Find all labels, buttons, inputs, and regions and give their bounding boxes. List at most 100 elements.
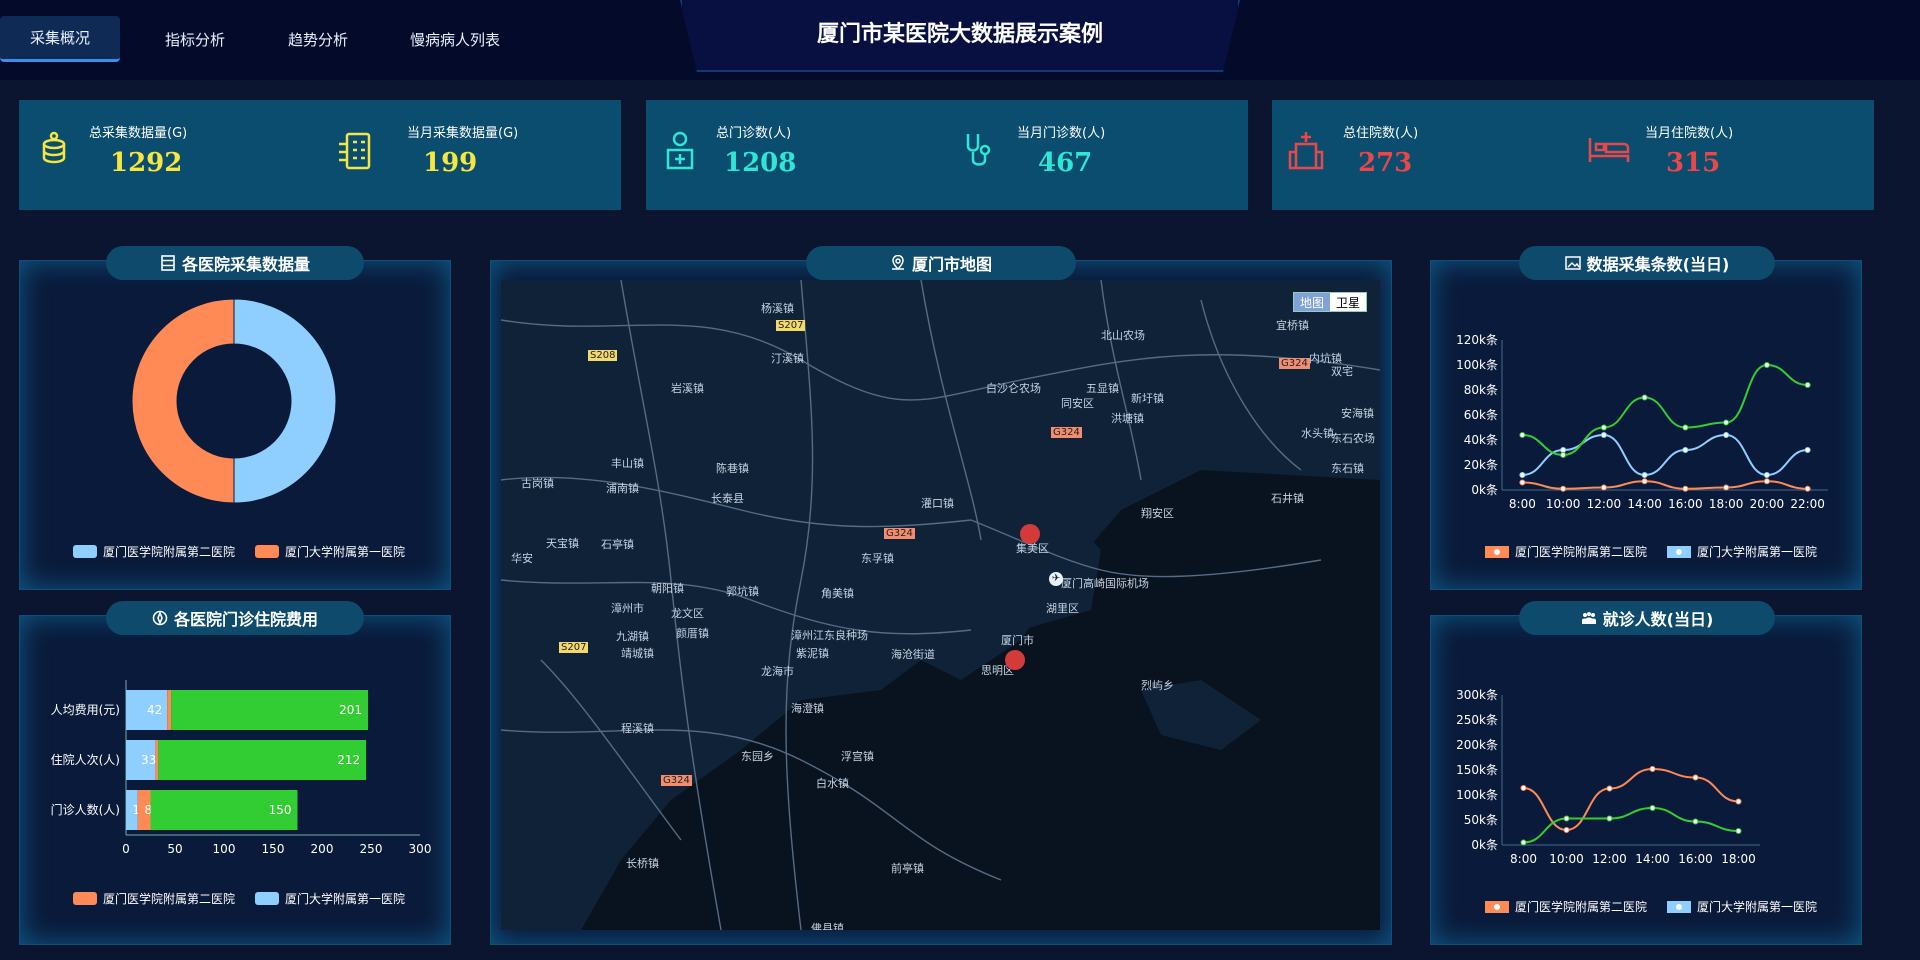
legend-item[interactable]: 厦门大学附属第一医院 (255, 543, 405, 560)
page-title: 厦门市某医院大数据展示案例 (816, 22, 1103, 47)
data-point (1804, 485, 1811, 492)
airport-icon: ✈ (1049, 572, 1063, 586)
category-label: 住院人次(人) (51, 753, 120, 767)
x-tick-label: 250 (360, 842, 383, 856)
map-place-label: 宜桥镇 (1276, 319, 1309, 332)
x-tick-label: 22:00 (1790, 497, 1825, 511)
map-place-label: 石井镇 (1271, 492, 1304, 505)
map-place-label: 厦门高崎国际机场 (1061, 577, 1149, 590)
map-place-label: 程溪镇 (621, 722, 654, 735)
x-tick-label: 12:00 (1587, 497, 1622, 511)
x-tick-label: 20:00 (1750, 497, 1785, 511)
x-tick-label: 16:00 (1668, 497, 1703, 511)
stat-label: 当月住院数(人) (1645, 126, 1734, 141)
stat-total-outpatient: 总门诊数(人) 1208 (662, 122, 912, 192)
map-place-label: 天宝镇 (546, 537, 579, 550)
data-point (1606, 815, 1613, 822)
y-tick-label: 150k条 (1456, 763, 1498, 777)
stat-value: 199 (423, 148, 478, 178)
bed-icon (1588, 138, 1630, 162)
data-point (1723, 484, 1730, 491)
map-marker[interactable] (1005, 650, 1025, 670)
data-point (1649, 766, 1656, 772)
tab-collection-overview[interactable]: 采集概况 (0, 16, 120, 62)
stat-month-outpatient: 当月门诊数(人) 467 (962, 122, 1212, 192)
map-place-label: 岩溪镇 (671, 382, 704, 395)
map-place-label: 石亭镇 (601, 538, 634, 551)
data-label: 33 (141, 753, 156, 767)
stat-label: 总门诊数(人) (716, 126, 792, 141)
data-point (1600, 432, 1607, 438)
legend-symbol (1667, 545, 1692, 558)
map-place-label: 北山农场 (1101, 329, 1145, 342)
legend-item[interactable]: 厦门医学院附属第二医院 (1485, 543, 1647, 560)
legend-swatch (73, 545, 97, 558)
legend-item[interactable]: 厦门医学院附属第二医院 (73, 890, 235, 907)
map-place-label: 灌口镇 (921, 497, 954, 510)
tab-indicator-analysis[interactable]: 指标分析 (135, 16, 255, 62)
data-point (1560, 447, 1567, 453)
map-place-label: 陈巷镇 (716, 462, 749, 475)
stat-label: 总采集数据量(G) (89, 126, 188, 141)
map-place-label: 浦南镇 (606, 482, 639, 495)
map-place-label: 漳州江东良种场 (791, 629, 868, 642)
map-place-label: 漳州市 (611, 602, 644, 615)
map-place-label: 郭坑镇 (726, 585, 759, 598)
y-tick-label: 0k条 (1471, 483, 1498, 497)
legend-label: 厦门大学附属第一医院 (1697, 900, 1818, 914)
map-place-label: 靖城镇 (621, 647, 654, 660)
map-type-map-button[interactable]: 地图 (1294, 293, 1331, 311)
panel-title-text: 厦门市地图 (911, 255, 992, 274)
legend-label: 厦门大学附属第一医院 (1697, 545, 1818, 559)
x-tick-label: 300 (409, 842, 432, 856)
y-tick-label: 250k条 (1456, 713, 1498, 727)
stat-value: 467 (1038, 148, 1093, 178)
xiamen-map[interactable]: 杨溪镇 北山农场 宜桥镇 内坑镇 双宅 汀溪镇 五显镇 新圩镇 白沙仑农场 同安区 洪塘镇 安海镇 东石… (501, 280, 1380, 930)
data-point (1682, 424, 1689, 431)
data-point (1519, 432, 1526, 438)
y-tick-label: 40k条 (1464, 433, 1498, 447)
data-point (1735, 828, 1742, 834)
map-place-label: 厦门市 (1001, 634, 1034, 647)
tab-chronic-patient-list[interactable]: 慢病病人列表 (385, 16, 525, 62)
panel-title: 厦门市地图 (806, 246, 1076, 280)
road-shield: S207 (776, 320, 806, 331)
legend-item[interactable]: 厦门大学附属第一医院 (1667, 543, 1817, 560)
x-tick-label: 14:00 (1635, 852, 1670, 866)
legend-item[interactable]: 厦门大学附属第一医院 (255, 890, 405, 907)
legend-label: 厦门大学附属第一医院 (285, 892, 406, 906)
cost-legend: 厦门医学院附属第二医院 厦门大学附属第一医院 (73, 890, 405, 907)
data-point (1519, 472, 1526, 478)
road-shield: G324 (661, 775, 692, 786)
y-tick-label: 0k条 (1471, 838, 1498, 852)
legend-label: 厦门医学院附属第二医院 (103, 545, 236, 559)
data-point (1682, 485, 1689, 492)
tab-trend-analysis[interactable]: 趋势分析 (258, 16, 378, 62)
y-tick-label: 80k条 (1464, 383, 1498, 397)
legend-item[interactable]: 厦门大学附属第一医院 (1667, 898, 1817, 915)
map-type-satellite-button[interactable]: 卫星 (1330, 293, 1366, 311)
map-marker[interactable] (1020, 524, 1040, 544)
legend-symbol (1485, 545, 1509, 558)
y-tick-label: 20k条 (1464, 458, 1498, 472)
legend-item[interactable]: 厦门医学院附属第二医院 (73, 543, 235, 560)
data-point (1723, 419, 1730, 426)
data-point (1804, 382, 1811, 388)
road-shield: S208 (588, 350, 618, 361)
x-tick-label: 8:00 (1510, 852, 1537, 866)
x-tick-label: 0 (122, 842, 130, 856)
legend-label: 厦门医学院附属第二医院 (1515, 545, 1648, 559)
map-place-label: 浮宫镇 (841, 750, 874, 763)
road (540, 659, 682, 841)
map-place-label: 东石农场 (1331, 432, 1375, 445)
data-point (1692, 818, 1699, 825)
data-label: 42 (147, 703, 162, 717)
legend-item[interactable]: 厦门医学院附属第二医院 (1485, 898, 1647, 915)
data-label: 150 (269, 803, 292, 817)
x-tick-label: 16:00 (1678, 852, 1713, 866)
map-place-label: 佛县镇 (811, 922, 844, 930)
y-tick-label: 60k条 (1464, 408, 1498, 422)
hospital-icon (666, 131, 694, 170)
map-place-label: 水头镇 (1301, 427, 1334, 440)
x-tick-label: 150 (262, 842, 285, 856)
